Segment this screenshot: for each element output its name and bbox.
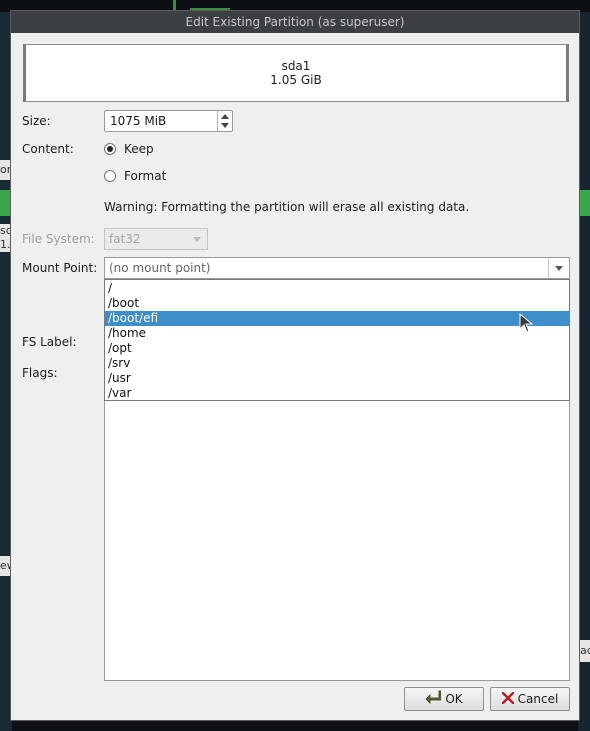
cancel-button[interactable]: Cancel	[490, 687, 570, 711]
size-stepper[interactable]	[217, 111, 232, 131]
mouse-pointer-icon	[519, 312, 534, 336]
background-green-bar	[0, 190, 10, 216]
flags-list[interactable]	[104, 369, 570, 681]
format-radio-label[interactable]: Format	[124, 169, 166, 183]
close-icon	[501, 689, 514, 711]
size-label: Size:	[22, 114, 51, 128]
fs-label-label: FS Label:	[22, 335, 77, 349]
mount-option[interactable]: /boot	[105, 296, 569, 311]
size-spinbox[interactable]: 1075 MiB	[104, 110, 233, 132]
mount-point-value[interactable]: (no mount point)	[109, 261, 211, 275]
keep-radio[interactable]	[104, 143, 116, 155]
mount-point-dropdown-list[interactable]: / /boot /boot/efi /home /opt /srv /usr /…	[104, 279, 570, 401]
size-value[interactable]: 1075 MiB	[110, 114, 166, 128]
partition-preview: sda1 1.05 GiB	[23, 44, 569, 102]
filesystem-label: File System:	[22, 232, 95, 246]
mount-option[interactable]: /usr	[105, 371, 569, 386]
dialog-title[interactable]: Edit Existing Partition (as superuser)	[11, 11, 579, 33]
ok-button[interactable]: OK	[404, 687, 484, 711]
mount-point-dropdown-button[interactable]	[548, 258, 569, 278]
ok-arrow-icon	[425, 689, 442, 711]
increment-arrow-icon[interactable]	[221, 114, 229, 119]
mount-option-highlighted[interactable]: /boot/efi	[105, 311, 569, 326]
background-fragment: ac	[580, 640, 590, 662]
mount-point-label: Mount Point:	[22, 261, 98, 275]
background-green-bar	[580, 190, 590, 216]
background-fragment: ew	[0, 556, 10, 576]
chevron-down-icon	[193, 237, 201, 242]
ok-label: OK	[445, 692, 463, 706]
mount-option[interactable]: /opt	[105, 341, 569, 356]
decrement-arrow-icon[interactable]	[221, 123, 229, 128]
keep-radio-label[interactable]: Keep	[124, 142, 154, 156]
content-label: Content:	[22, 142, 74, 156]
flags-label: Flags:	[22, 366, 58, 380]
mount-option[interactable]: /home	[105, 326, 569, 341]
radio-selected-dot	[107, 146, 113, 152]
mount-option[interactable]: /	[105, 281, 569, 296]
cancel-label: Cancel	[517, 692, 559, 706]
edit-partition-dialog: Edit Existing Partition (as superuser) s…	[10, 10, 580, 721]
mount-option[interactable]: /var	[105, 386, 569, 401]
format-warning: Warning: Formatting the partition will e…	[104, 200, 470, 214]
mount-point-combo[interactable]: (no mount point)	[104, 257, 570, 279]
format-radio[interactable]	[104, 170, 116, 182]
partition-size: 1.05 GiB	[270, 73, 322, 87]
background-fragment: sc 1.	[0, 224, 10, 252]
mount-option[interactable]: /srv	[105, 356, 569, 371]
filesystem-combo: fat32	[104, 228, 208, 250]
partition-name: sda1	[281, 59, 311, 73]
chevron-down-icon	[555, 266, 563, 271]
background-fragment: ora	[0, 160, 10, 180]
filesystem-value: fat32	[109, 232, 141, 246]
